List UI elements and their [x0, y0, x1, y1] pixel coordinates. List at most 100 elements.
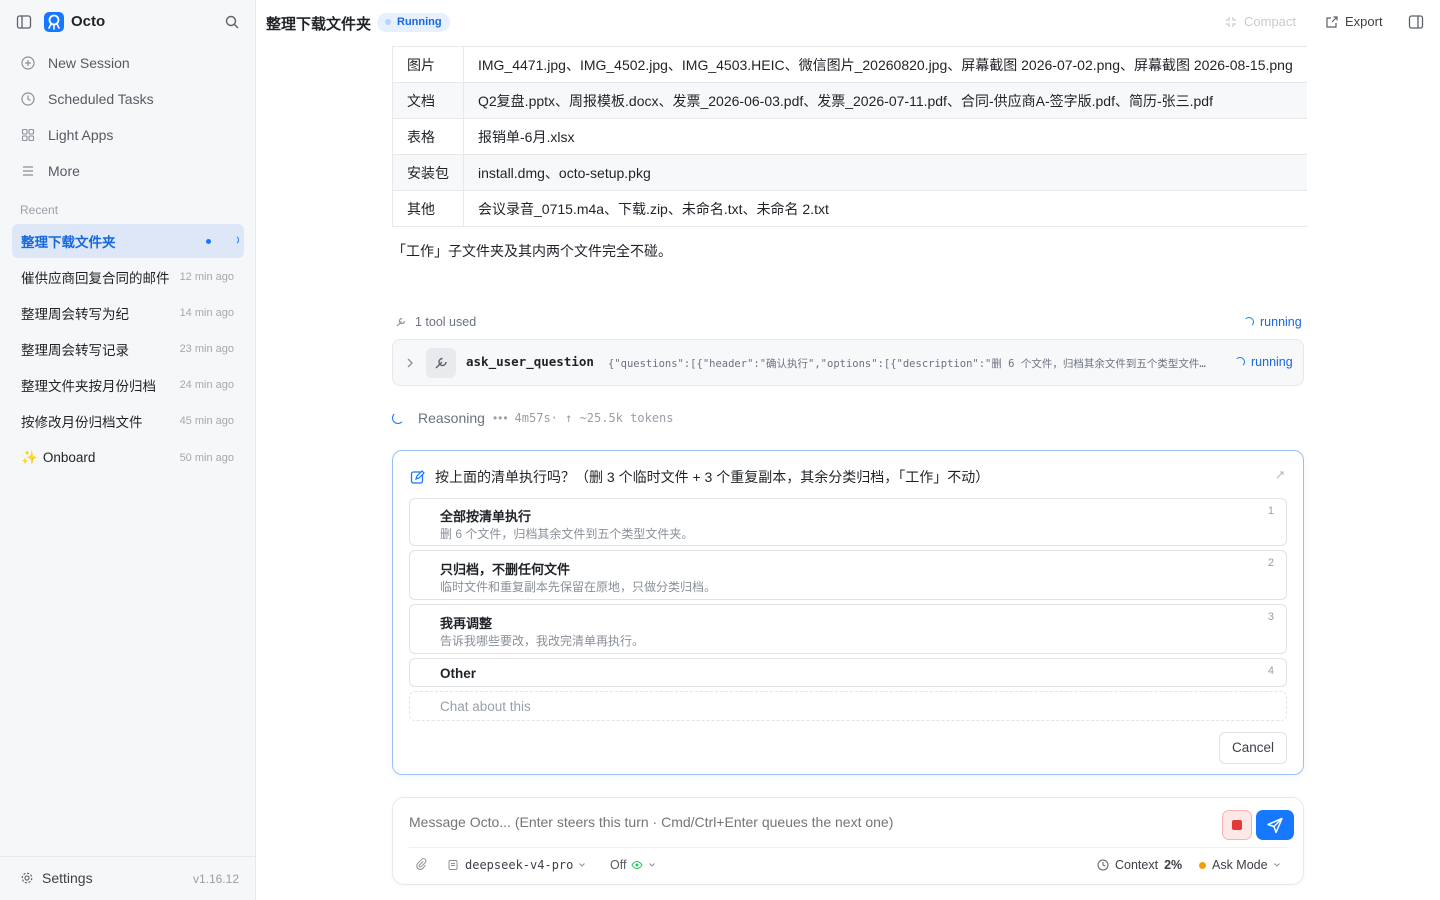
loading-spinner-icon	[229, 235, 239, 245]
tool-status-label: running	[1251, 355, 1293, 369]
cancel-button[interactable]: Cancel	[1219, 732, 1287, 764]
recent-title: 整理下载文件夹	[21, 235, 116, 250]
chevron-down-icon	[579, 863, 586, 867]
attach-button[interactable]	[415, 858, 433, 870]
send-icon	[1267, 817, 1283, 834]
nav-light-apps[interactable]: Light Apps	[12, 119, 244, 151]
thinking-toggle[interactable]: Off	[610, 858, 656, 872]
mode-selector[interactable]: Ask Mode	[1199, 858, 1281, 872]
reasoning-dots: •••	[492, 411, 509, 425]
category-cell: 安装包	[392, 154, 464, 191]
stop-button[interactable]	[1222, 810, 1252, 840]
paperclip-icon	[416, 858, 427, 870]
tool-call-card[interactable]: ask_user_question {"questions":[{"header…	[392, 339, 1304, 386]
recent-time: 50 min ago	[179, 452, 234, 464]
category-cell: 图片	[392, 46, 464, 83]
question-header: 按上面的清单执行吗？（删 3 个临时文件 + 3 个重复副本，其余分类归档，「工…	[410, 467, 989, 487]
tool-args: {"questions":[{"header":"确认执行","options"…	[608, 358, 1216, 370]
model-name: deepseek-v4-pro	[465, 858, 574, 872]
recent-title-text: Onboard	[42, 450, 96, 465]
table-row: 安装包 install.dmg、octo-setup.pkg	[392, 154, 1307, 191]
thinking-label: Off	[610, 858, 627, 872]
session-title: 整理下载文件夹	[266, 16, 372, 33]
sparkle-icon: ✨	[21, 450, 38, 465]
compress-icon	[1226, 16, 1236, 27]
right-panel-toggle-icon[interactable]	[1408, 14, 1424, 30]
option-desc: 临时文件和重复副本先保留在原地，只做分类归档。	[440, 580, 717, 594]
message-input[interactable]	[409, 814, 1209, 830]
nav-label: New Session	[48, 55, 130, 71]
export-icon	[1326, 15, 1338, 28]
recent-item[interactable]: 按修改月份归档文件 45 min ago	[12, 404, 244, 438]
nav-scheduled-tasks[interactable]: Scheduled Tasks	[12, 83, 244, 115]
chevron-right-icon[interactable]	[405, 357, 415, 369]
nav-more[interactable]: More	[12, 155, 244, 187]
export-button[interactable]: Export	[1325, 14, 1383, 29]
category-cell: 文档	[392, 82, 464, 119]
recent-title: 整理文件夹按月份归档	[21, 379, 156, 394]
recent-item[interactable]: 催供应商回复合同的邮件 12 min ago	[12, 260, 244, 294]
edit-icon	[410, 469, 425, 484]
compact-button[interactable]: Compact	[1224, 14, 1296, 29]
files-table: 图片 IMG_4471.jpg、IMG_4502.jpg、IMG_4503.HE…	[392, 46, 1307, 227]
option-number: 4	[1267, 665, 1274, 677]
eye-icon	[631, 860, 644, 870]
recent-item[interactable]: 整理周会转写记录 23 min ago	[12, 332, 244, 366]
menu-icon	[23, 166, 33, 176]
option-desc: 告诉我哪些要改，我改完清单再执行。	[440, 634, 645, 648]
table-row: 表格 报销单-6月.xlsx	[392, 118, 1307, 155]
context-label: Context	[1115, 858, 1159, 872]
files-cell: 报销单-6月.xlsx	[463, 118, 1307, 155]
option-title: 只归档，不删任何文件	[440, 562, 571, 577]
table-row: 其他 会议录音_0715.m4a、下载.zip、未命名.txt、未命名 2.tx…	[392, 190, 1307, 227]
recent-item-active[interactable]: 整理下载文件夹	[12, 224, 244, 258]
send-button[interactable]	[1256, 810, 1294, 840]
question-card: 按上面的清单执行吗？（删 3 个临时文件 + 3 个重复副本，其余分类归档，「工…	[392, 450, 1304, 775]
sidebar-footer: Settings v1.16.12	[0, 856, 255, 900]
tools-used-row: 1 tool used	[392, 315, 1304, 329]
table-row: 文档 Q2复盘.pptx、周报模板.docx、发票_2026-06-03.pdf…	[392, 82, 1307, 119]
option-number: 2	[1267, 557, 1274, 569]
option-title: 全部按清单执行	[440, 509, 532, 524]
recent-title: 整理周会转写为纪	[21, 307, 129, 322]
question-prompt: 按上面的清单执行吗？（删 3 个临时文件 + 3 个重复副本，其余分类归档，「工…	[435, 469, 990, 485]
loading-spinner-icon	[392, 412, 404, 424]
expand-icon[interactable]	[1274, 469, 1286, 481]
app-title: Octo	[71, 13, 106, 30]
option-number: 3	[1267, 611, 1274, 623]
reasoning-row[interactable]: Reasoning ••• 4m57s· ↑ ~25.5k tokens	[392, 410, 1304, 426]
nav-new-session[interactable]: New Session	[12, 47, 244, 79]
chat-about-this-input[interactable]: Chat about this	[409, 691, 1287, 721]
option-title: 我再调整	[440, 616, 493, 631]
reasoning-meta: 4m57s· ↑ ~25.5k tokens	[514, 411, 674, 425]
option-2[interactable]: 只归档，不删任何文件 临时文件和重复副本先保留在原地，只做分类归档。 2	[409, 550, 1287, 600]
recent-title: 整理周会转写记录	[21, 343, 129, 358]
model-selector[interactable]: deepseek-v4-pro	[447, 858, 586, 872]
option-4[interactable]: Other 4	[409, 658, 1287, 687]
loading-spinner-icon	[1244, 317, 1254, 327]
nav-label: Light Apps	[48, 127, 114, 143]
files-cell: 会议录音_0715.m4a、下载.zip、未命名.txt、未命名 2.txt	[463, 190, 1307, 227]
unread-dot	[206, 239, 211, 244]
option-3[interactable]: 我再调整 告诉我哪些要改，我改完清单再执行。 3	[409, 604, 1287, 654]
tool-status: running	[1235, 355, 1293, 369]
option-1[interactable]: 全部按清单执行 删 6 个文件，归档其余文件到五个类型文件夹。 1	[409, 498, 1287, 546]
composer-divider	[409, 847, 1287, 848]
sidebar-toggle-icon[interactable]	[16, 14, 32, 30]
grid-icon	[21, 128, 35, 142]
main-header: 整理下载文件夹 Running Compact Export	[256, 0, 1440, 44]
status-badge: Running	[377, 13, 450, 32]
category-cell: 其他	[392, 190, 464, 227]
files-cell: Q2复盘.pptx、周报模板.docx、发票_2026-06-03.pdf、发票…	[463, 82, 1307, 119]
chevron-down-icon	[649, 863, 656, 867]
wrench-icon	[435, 357, 447, 369]
settings-button[interactable]: Settings	[20, 870, 93, 886]
recent-time: 12 min ago	[179, 271, 234, 283]
loading-spinner-icon	[1235, 357, 1245, 367]
recent-item[interactable]: 整理文件夹按月份归档 24 min ago	[12, 368, 244, 402]
recent-item-onboard[interactable]: ✨ Onboard 50 min ago	[12, 441, 244, 475]
recent-time: 23 min ago	[179, 343, 234, 355]
search-icon[interactable]	[224, 14, 240, 30]
context-value: 2%	[1164, 858, 1183, 872]
recent-item[interactable]: 整理周会转写为纪 14 min ago	[12, 296, 244, 330]
